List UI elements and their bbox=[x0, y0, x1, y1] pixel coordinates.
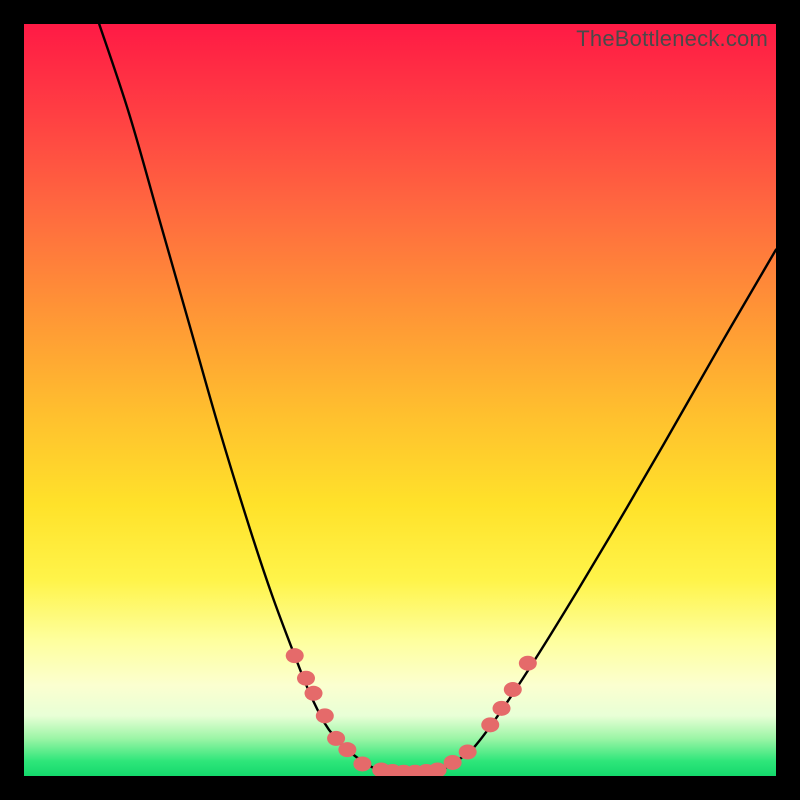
watermark-text: TheBottleneck.com bbox=[576, 26, 768, 52]
data-marker bbox=[519, 656, 537, 671]
data-marker bbox=[429, 762, 447, 776]
data-marker bbox=[305, 686, 323, 701]
data-marker bbox=[444, 755, 462, 770]
data-marker bbox=[493, 701, 511, 716]
data-marker bbox=[481, 717, 499, 732]
data-marker bbox=[316, 708, 334, 723]
data-marker bbox=[504, 682, 522, 697]
data-marker bbox=[297, 671, 315, 686]
data-marker bbox=[286, 648, 304, 663]
bottleneck-chart bbox=[24, 24, 776, 776]
marker-group bbox=[286, 648, 537, 776]
data-marker bbox=[338, 742, 356, 757]
bottleneck-curve bbox=[99, 24, 776, 772]
chart-frame: TheBottleneck.com bbox=[24, 24, 776, 776]
data-marker bbox=[353, 756, 371, 771]
data-marker bbox=[459, 744, 477, 759]
curve-group bbox=[99, 24, 776, 772]
